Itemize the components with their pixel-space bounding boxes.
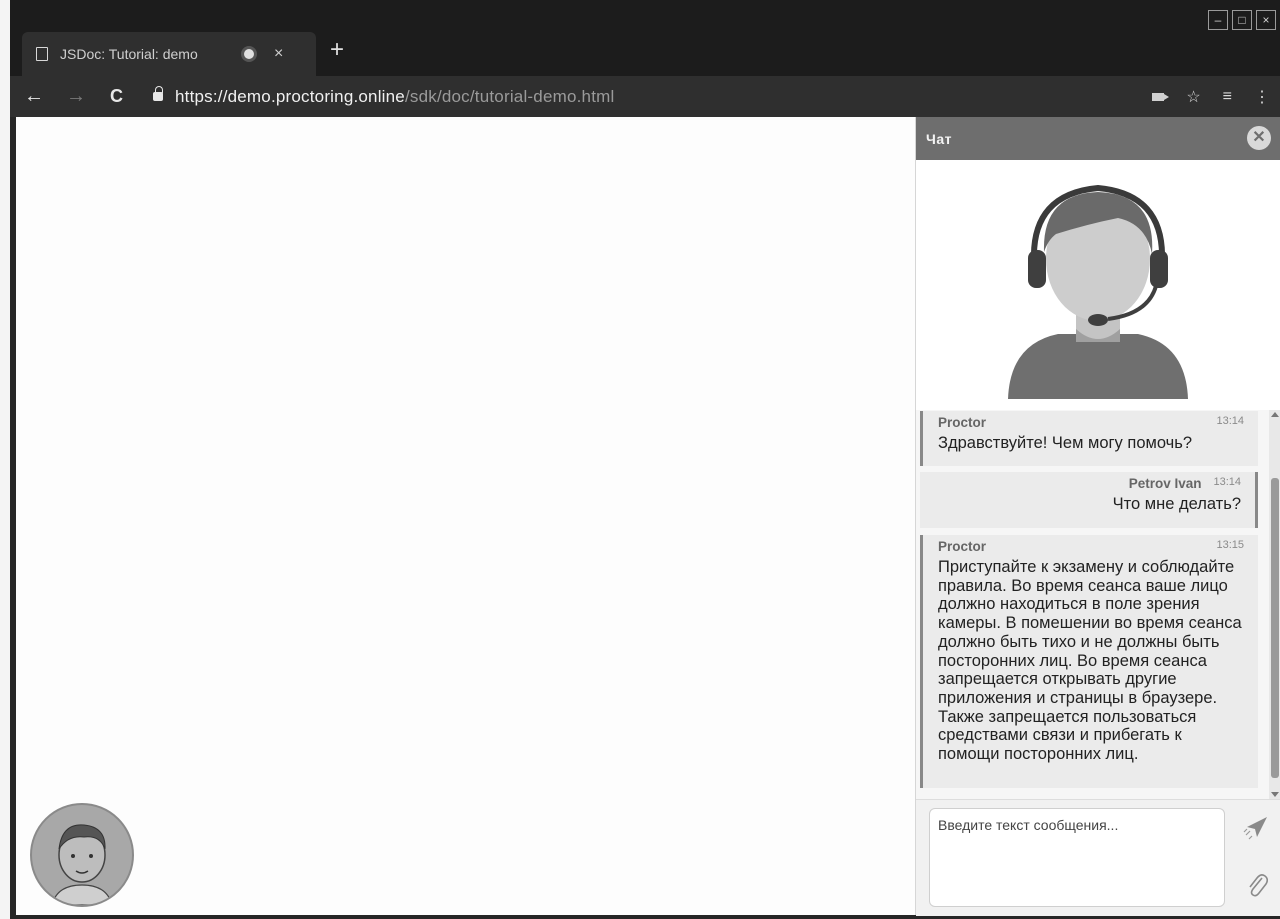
tab-close-button[interactable]: × bbox=[274, 45, 283, 63]
address-bar[interactable]: https://demo.proctoring.online/sdk/doc/t… bbox=[175, 87, 614, 107]
scrollbar-thumb[interactable] bbox=[1271, 478, 1279, 778]
page-content: Чат ✕ Proctor 13:14 Здравствуйте! Чем мо… bbox=[16, 117, 1280, 916]
minimize-button[interactable]: – bbox=[1208, 10, 1228, 30]
menu-icon[interactable]: ⋮ bbox=[1254, 87, 1270, 107]
toolbar-actions: ☆ ≡ ⋮ bbox=[1152, 76, 1270, 117]
lock-icon[interactable] bbox=[153, 86, 163, 101]
message-composer bbox=[916, 799, 1280, 916]
extension-icon[interactable]: ≡ bbox=[1223, 88, 1232, 106]
chat-panel: Чат ✕ Proctor 13:14 Здравствуйте! Чем мо… bbox=[915, 117, 1280, 916]
user-webcam-avatar[interactable] bbox=[30, 803, 134, 907]
operator-avatar bbox=[916, 160, 1280, 410]
forward-icon[interactable]: → bbox=[66, 85, 86, 108]
message-author: Proctor bbox=[938, 539, 987, 554]
star-icon[interactable]: ☆ bbox=[1186, 87, 1200, 107]
browser-window: JSDoc: Tutorial: demo × + – □ × ← → C ht… bbox=[10, 0, 1280, 919]
window-controls: – □ × bbox=[1208, 10, 1276, 30]
document-icon bbox=[36, 47, 48, 61]
message-text: Здравствуйте! Чем могу помочь? bbox=[938, 434, 1193, 452]
message-input[interactable] bbox=[929, 808, 1225, 907]
url-host: https://demo.proctoring.online bbox=[175, 86, 405, 106]
chat-message: Proctor 13:14 Здравствуйте! Чем могу помо… bbox=[920, 411, 1258, 466]
chat-title: Чат bbox=[926, 130, 952, 147]
message-author: Petrov Ivan bbox=[1128, 476, 1202, 491]
camera-icon[interactable] bbox=[1152, 92, 1170, 101]
message-list[interactable]: Proctor 13:14 Здравствуйте! Чем могу помо… bbox=[916, 410, 1280, 799]
chat-message: Proctor 13:15 Приступайте к экзамену и со… bbox=[920, 535, 1258, 788]
recording-icon bbox=[244, 49, 254, 59]
browser-toolbar: ← → C https://demo.proctoring.online/sdk… bbox=[10, 76, 1280, 117]
scroll-up-arrow-icon[interactable] bbox=[1271, 412, 1279, 417]
send-icon[interactable] bbox=[1243, 815, 1269, 841]
message-time: 13:15 bbox=[1216, 539, 1244, 551]
message-author: Proctor bbox=[938, 415, 987, 430]
operator-headset-icon bbox=[1008, 184, 1188, 399]
message-text: Что мне делать? bbox=[1112, 495, 1241, 513]
message-text: Приступайте к экзамену и соблюдайте прав… bbox=[938, 558, 1242, 764]
paperclip-icon[interactable] bbox=[1246, 872, 1268, 898]
maximize-button[interactable]: □ bbox=[1232, 10, 1252, 30]
tab-title: JSDoc: Tutorial: demo bbox=[60, 46, 198, 62]
tab-strip: JSDoc: Tutorial: demo × + – □ × bbox=[10, 0, 1280, 76]
reload-icon[interactable]: C bbox=[110, 86, 123, 107]
new-tab-button[interactable]: + bbox=[330, 38, 344, 62]
message-time: 13:14 bbox=[1216, 415, 1244, 427]
scroll-down-arrow-icon[interactable] bbox=[1271, 792, 1279, 797]
back-icon[interactable]: ← bbox=[24, 85, 44, 108]
message-time: 13:14 bbox=[1213, 476, 1241, 488]
chat-header: Чат ✕ bbox=[916, 117, 1280, 160]
chat-message: Petrov Ivan 13:14 Что мне делать? bbox=[920, 472, 1258, 528]
user-face-icon bbox=[51, 824, 113, 905]
chat-close-button[interactable]: ✕ bbox=[1247, 126, 1271, 150]
url-path: /sdk/doc/tutorial-demo.html bbox=[404, 86, 615, 106]
window-close-button[interactable]: × bbox=[1256, 10, 1276, 30]
browser-tab[interactable]: JSDoc: Tutorial: demo × bbox=[22, 32, 316, 76]
message-scrollbar[interactable] bbox=[1269, 410, 1280, 799]
